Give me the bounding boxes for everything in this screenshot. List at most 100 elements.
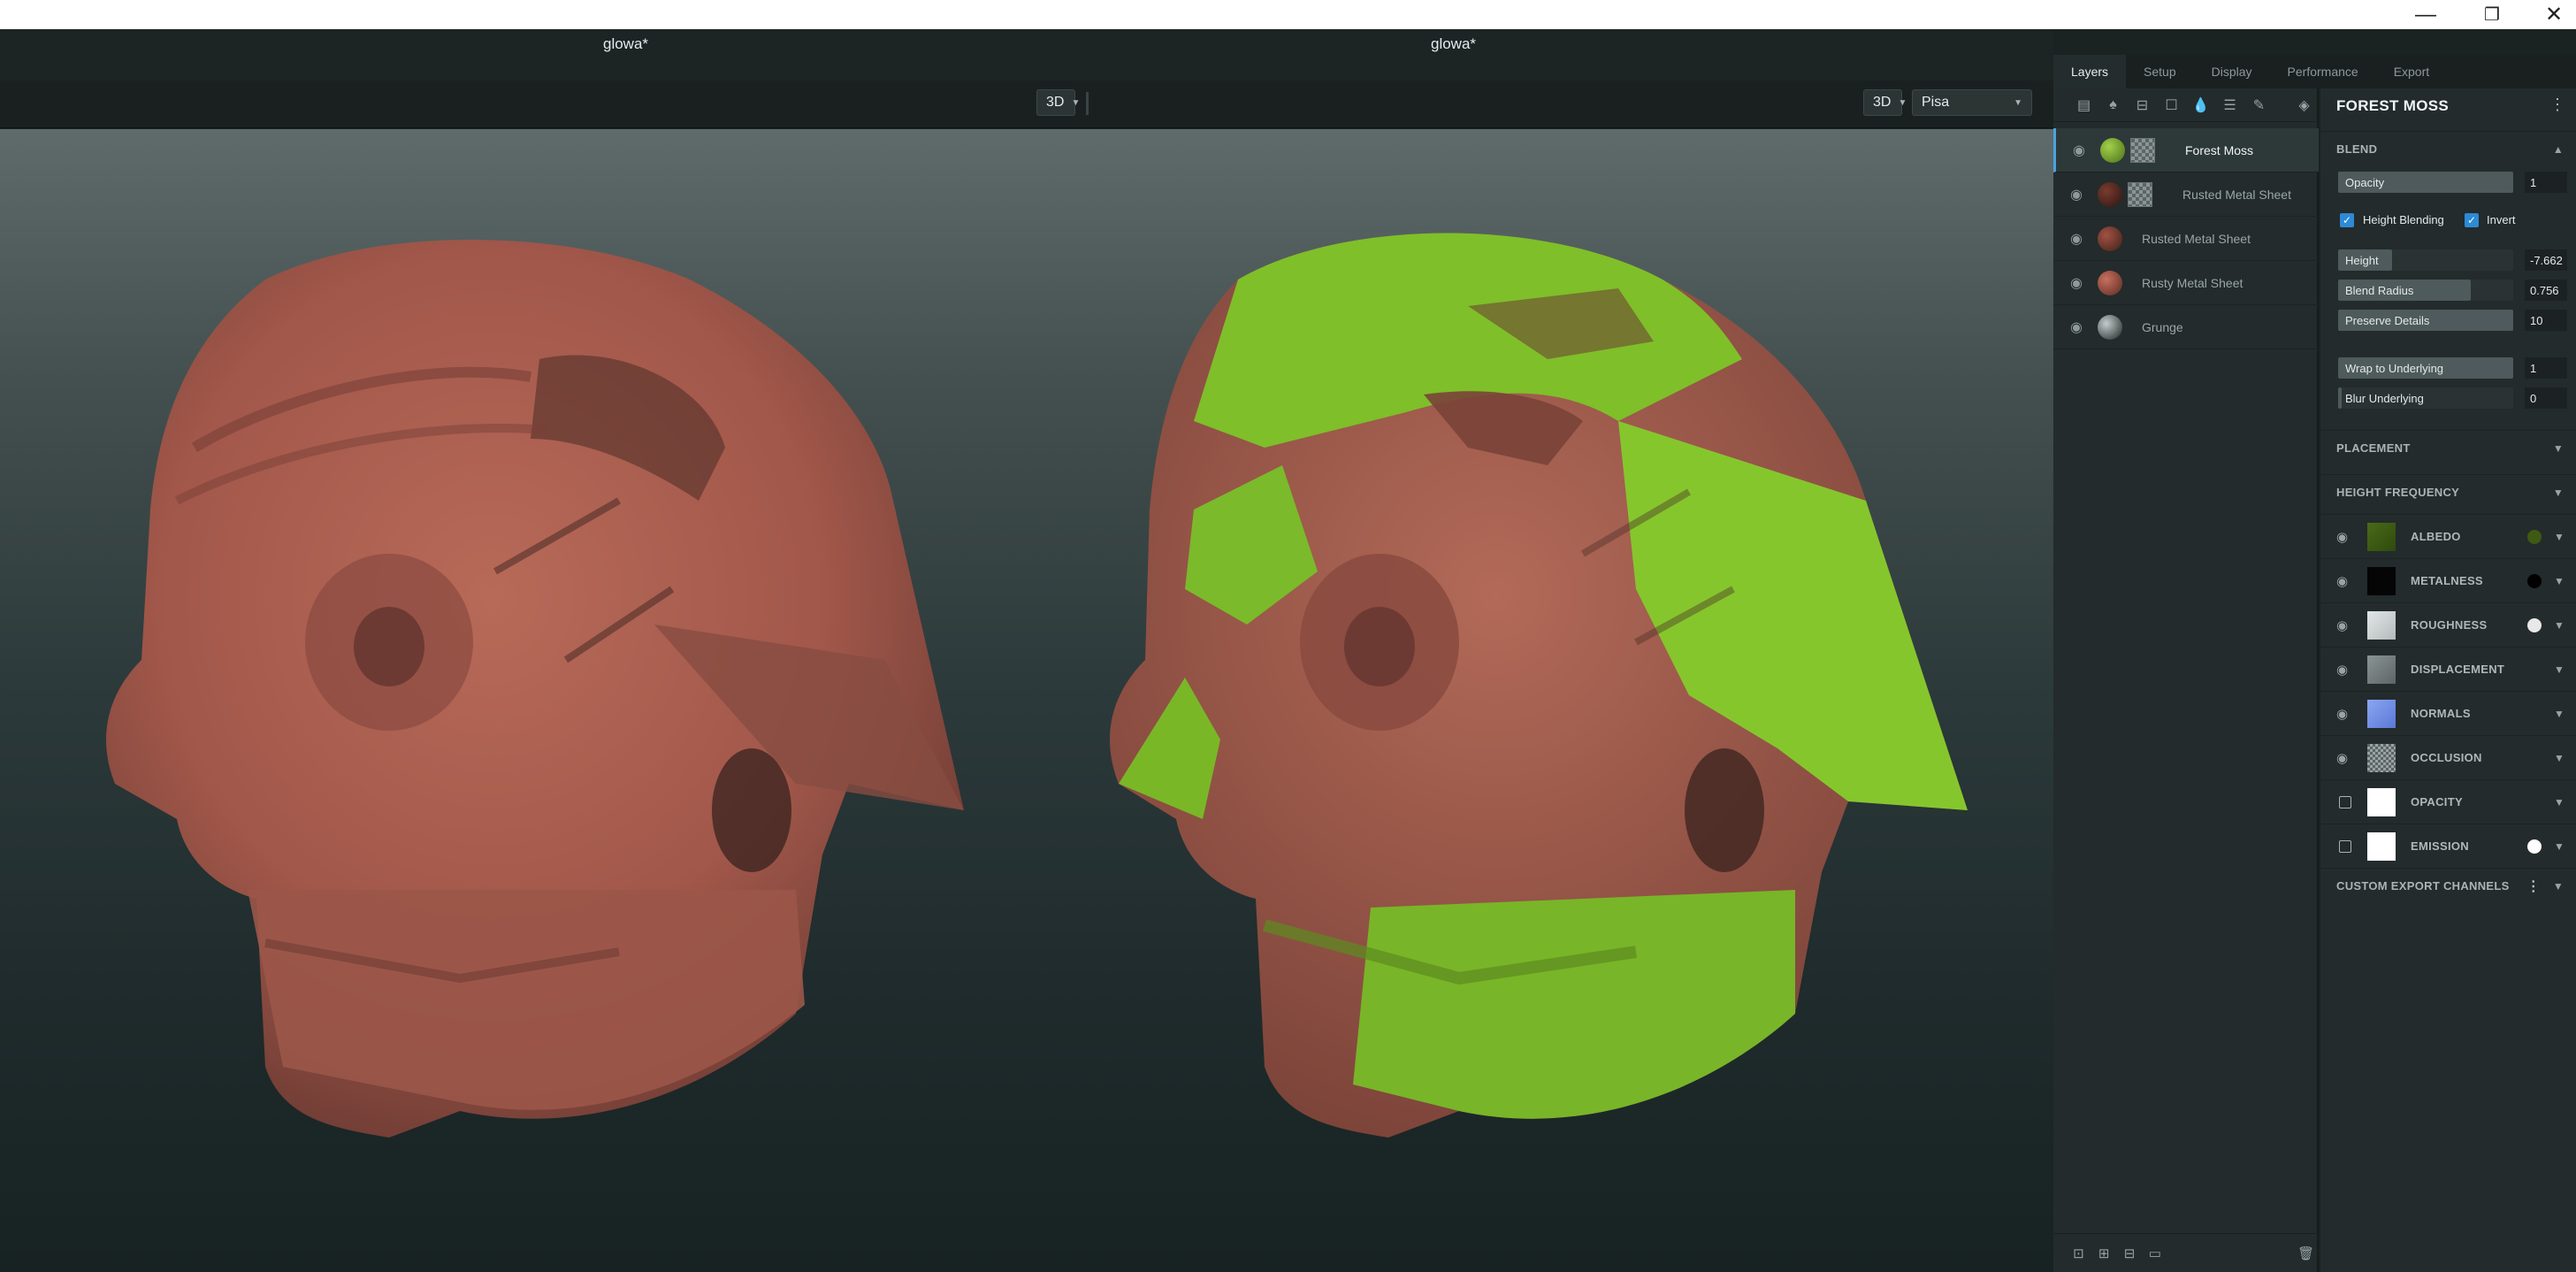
preserve-details-slider[interactable]: Preserve Details bbox=[2338, 310, 2513, 331]
stack-icon[interactable]: ◈ bbox=[2289, 88, 2319, 122]
layer-item-rusted-metal-sheet[interactable]: ◉ Rusted Metal Sheet bbox=[2053, 172, 2319, 217]
trash-icon[interactable]: 🗑 bbox=[2293, 1234, 2319, 1272]
chevron-down-icon[interactable]: ▼ bbox=[2554, 708, 2565, 720]
layer-item-rusted-metal-sheet-2[interactable]: ◉ Rusted Metal Sheet bbox=[2053, 217, 2319, 261]
eye-icon[interactable]: ◉ bbox=[2068, 320, 2085, 335]
fill-layer-icon[interactable]: ♠ bbox=[2098, 88, 2128, 122]
brush-icon[interactable]: ✎ bbox=[2244, 88, 2274, 122]
eye-icon[interactable]: ◉ bbox=[2336, 750, 2348, 766]
list-icon[interactable]: ☰ bbox=[2215, 88, 2244, 122]
blend-radius-value[interactable]: 0.756 bbox=[2525, 280, 2567, 301]
section-placement[interactable]: PLACEMENT ▼ bbox=[2320, 430, 2576, 465]
channel-albedo[interactable]: ◉ ALBEDO ▼ bbox=[2320, 514, 2576, 558]
blur-underlying-slider[interactable]: Blur Underlying bbox=[2338, 387, 2513, 409]
adjust-icon[interactable]: ⊟ bbox=[2117, 1234, 2143, 1272]
metalness-thumbnail[interactable] bbox=[2367, 566, 2396, 595]
opacity-label: Opacity bbox=[2345, 175, 2385, 189]
layer-item-grunge[interactable]: ◉ Grunge bbox=[2053, 305, 2319, 349]
metalness-color-swatch[interactable] bbox=[2527, 573, 2542, 588]
eye-icon[interactable]: ◉ bbox=[2336, 573, 2348, 589]
close-button[interactable]: ✕ bbox=[2516, 0, 2576, 29]
tab-performance[interactable]: Performance bbox=[2270, 55, 2376, 88]
adjustment-icon[interactable]: ⊟ bbox=[2128, 88, 2157, 122]
tab-display[interactable]: Display bbox=[2194, 55, 2270, 88]
height-blending-checkbox[interactable]: ✓ bbox=[2340, 213, 2354, 227]
height-slider[interactable]: Height bbox=[2338, 249, 2513, 271]
roughness-color-swatch[interactable] bbox=[2527, 617, 2542, 632]
more-menu-icon[interactable]: ⋮ bbox=[2526, 877, 2541, 895]
albedo-color-swatch[interactable] bbox=[2527, 529, 2542, 544]
environment-select[interactable]: Pisa ▼ bbox=[1912, 89, 2032, 116]
chevron-down-icon[interactable]: ▼ bbox=[2554, 752, 2565, 764]
section-custom-export-channels[interactable]: CUSTOM EXPORT CHANNELS ⋮ ▼ bbox=[2320, 868, 2576, 903]
layer-item-forest-moss[interactable]: ◉ Forest Moss bbox=[2053, 128, 2319, 172]
eye-icon[interactable]: ◉ bbox=[2336, 706, 2348, 722]
minimize-button[interactable]: — bbox=[2388, 0, 2464, 29]
paint-layer-icon[interactable]: ▤ bbox=[2069, 88, 2098, 122]
layer-mask-thumbnail[interactable] bbox=[2128, 181, 2152, 207]
layer-mask-thumbnail[interactable] bbox=[2130, 137, 2155, 163]
chevron-down-icon[interactable]: ▼ bbox=[2554, 663, 2565, 676]
mossy-head-render bbox=[1110, 233, 1968, 1138]
emission-thumbnail[interactable] bbox=[2367, 831, 2396, 861]
properties-panel: FOREST MOSS ⋮ BLEND ▲ Opacity 1 ✓ Height … bbox=[2320, 88, 2576, 1272]
channel-opacity[interactable]: OPACITY ▼ bbox=[2320, 779, 2576, 824]
section-blend[interactable]: BLEND ▲ bbox=[2320, 131, 2576, 166]
new-layer-icon[interactable]: ⊡ bbox=[2066, 1234, 2091, 1272]
opacity-slider[interactable]: Opacity bbox=[2338, 172, 2513, 193]
tab-export[interactable]: Export bbox=[2376, 55, 2447, 88]
channel-emission[interactable]: EMISSION ▼ bbox=[2320, 824, 2576, 868]
height-value[interactable]: -7.662 bbox=[2525, 249, 2567, 271]
eye-icon[interactable]: ◉ bbox=[2070, 143, 2088, 158]
duplicate-icon[interactable]: ⊞ bbox=[2091, 1234, 2117, 1272]
blur-value[interactable]: 0 bbox=[2525, 387, 2567, 409]
right-view-mode-select[interactable]: 3D ▼ bbox=[1863, 89, 1907, 116]
displacement-thumbnail[interactable] bbox=[2367, 655, 2396, 684]
channel-normals[interactable]: ◉ NORMALS ▼ bbox=[2320, 691, 2576, 735]
mask-icon[interactable]: ☐ bbox=[2157, 88, 2186, 122]
tab-layers[interactable]: Layers bbox=[2053, 55, 2127, 88]
chevron-down-icon[interactable]: ▼ bbox=[2554, 840, 2565, 853]
eye-icon[interactable]: ◉ bbox=[2068, 276, 2085, 291]
chevron-down-icon[interactable]: ▼ bbox=[2554, 575, 2565, 587]
wrap-to-underlying-slider[interactable]: Wrap to Underlying bbox=[2338, 357, 2513, 379]
channel-displacement[interactable]: ◉ DISPLACEMENT ▼ bbox=[2320, 647, 2576, 691]
wrap-value[interactable]: 1 bbox=[2525, 357, 2567, 379]
channel-occlusion[interactable]: ◉ OCCLUSION ▼ bbox=[2320, 735, 2576, 779]
roughness-thumbnail[interactable] bbox=[2367, 610, 2396, 640]
left-view-mode-select[interactable]: 3D ▼ bbox=[1036, 89, 1080, 116]
chevron-down-icon[interactable]: ▼ bbox=[2554, 796, 2565, 808]
drop-icon[interactable]: 💧 bbox=[2186, 88, 2215, 122]
layer-material-thumbnail bbox=[2098, 270, 2122, 295]
blend-radius-label: Blend Radius bbox=[2345, 283, 2414, 297]
right-3d-viewport[interactable] bbox=[1088, 129, 2053, 1272]
channel-metalness[interactable]: ◉ METALNESS ▼ bbox=[2320, 558, 2576, 602]
opacity-channel-checkbox[interactable] bbox=[2339, 795, 2351, 808]
section-label: PLACEMENT bbox=[2336, 441, 2411, 455]
invert-checkbox[interactable]: ✓ bbox=[2465, 213, 2479, 227]
normals-thumbnail[interactable] bbox=[2367, 699, 2396, 728]
chevron-down-icon[interactable]: ▼ bbox=[2554, 619, 2565, 632]
preserve-details-value[interactable]: 10 bbox=[2525, 310, 2567, 331]
chevron-down-icon[interactable]: ▼ bbox=[2554, 531, 2565, 543]
eye-icon[interactable]: ◉ bbox=[2336, 529, 2348, 545]
channel-roughness[interactable]: ◉ ROUGHNESS ▼ bbox=[2320, 602, 2576, 647]
opacity-value[interactable]: 1 bbox=[2525, 172, 2567, 193]
emission-channel-checkbox[interactable] bbox=[2339, 839, 2351, 853]
folder-icon[interactable]: ▭ bbox=[2142, 1234, 2167, 1272]
eye-icon[interactable]: ◉ bbox=[2068, 232, 2085, 247]
eye-icon[interactable]: ◉ bbox=[2336, 617, 2348, 633]
chevron-down-icon: ▼ bbox=[1898, 97, 1907, 108]
eye-icon[interactable]: ◉ bbox=[2336, 662, 2348, 678]
occlusion-thumbnail[interactable] bbox=[2367, 743, 2396, 772]
albedo-thumbnail[interactable] bbox=[2367, 522, 2396, 551]
section-height-frequency[interactable]: HEIGHT FREQUENCY ▼ bbox=[2320, 474, 2576, 510]
eye-icon[interactable]: ◉ bbox=[2068, 188, 2085, 203]
tab-setup[interactable]: Setup bbox=[2126, 55, 2194, 88]
layer-item-rusty-metal-sheet[interactable]: ◉ Rusty Metal Sheet bbox=[2053, 261, 2319, 305]
opacity-thumbnail[interactable] bbox=[2367, 787, 2396, 816]
left-3d-viewport[interactable] bbox=[0, 129, 1088, 1272]
more-menu-icon[interactable]: ⋮ bbox=[2549, 96, 2565, 114]
blend-radius-slider[interactable]: Blend Radius bbox=[2338, 280, 2513, 301]
emission-color-swatch[interactable] bbox=[2527, 839, 2542, 854]
